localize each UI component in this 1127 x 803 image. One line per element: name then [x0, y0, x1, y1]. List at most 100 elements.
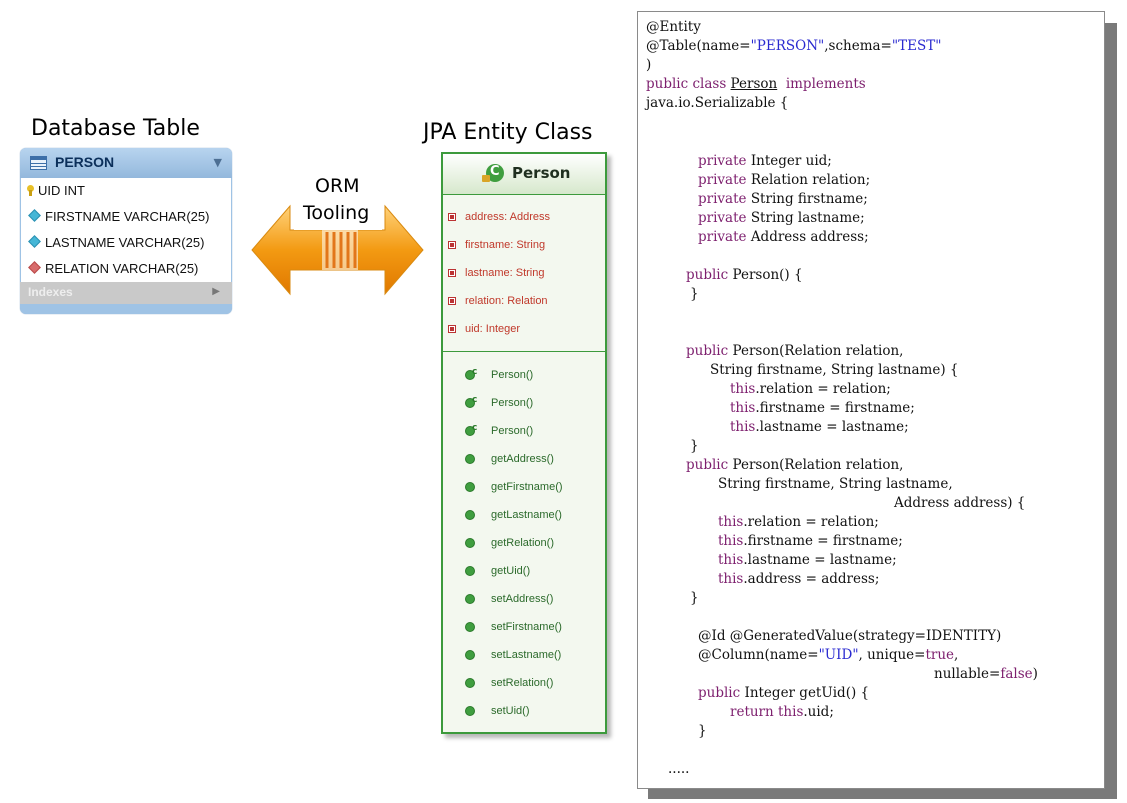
- attribute-label: address: Address: [465, 211, 550, 223]
- constructor-label: Person(): [491, 397, 534, 409]
- constructor-item[interactable]: c Person(): [465, 421, 534, 441]
- attribute-compartment: address: Address firstname: String lastn…: [443, 195, 605, 352]
- attribute-icon: [448, 241, 456, 249]
- method-item[interactable]: getUid(): [465, 561, 531, 581]
- code-line: }: [690, 286, 699, 302]
- attribute-item[interactable]: lastname: String: [448, 263, 545, 283]
- column-row[interactable]: FIRSTNAME VARCHAR(25): [27, 206, 209, 232]
- indexes-label: Indexes: [28, 285, 73, 299]
- column-list: UID INT FIRSTNAME VARCHAR(25) LASTNAME V…: [21, 178, 231, 282]
- constructor-label: Person(): [491, 425, 534, 437]
- code-line: }: [690, 438, 699, 454]
- code-line: private Relation relation;: [698, 172, 871, 188]
- constructor-item[interactable]: c Person(): [465, 365, 534, 385]
- method-label: setUid(): [491, 705, 530, 717]
- method-label: setLastname(): [491, 649, 562, 661]
- column-label: RELATION VARCHAR(25): [45, 261, 199, 276]
- code-line: }: [698, 723, 707, 739]
- code-line: this.firstname = firstname;: [730, 400, 915, 416]
- code-line: this.firstname = firstname;: [718, 533, 903, 549]
- code-line: public Person(Relation relation,: [686, 457, 904, 473]
- expand-arrow-icon[interactable]: ▶: [212, 286, 220, 297]
- code-line: private String lastname;: [698, 210, 865, 226]
- indexes-section[interactable]: Indexes ▶: [20, 282, 232, 304]
- code-line: public Person() {: [686, 267, 803, 283]
- foreign-key-diamond-icon: [28, 261, 41, 274]
- key-icon: [27, 185, 34, 196]
- code-line: private Integer uid;: [698, 153, 832, 169]
- method-icon: [465, 706, 475, 716]
- column-label: UID INT: [38, 183, 85, 198]
- attribute-label: firstname: String: [465, 239, 546, 251]
- method-item[interactable]: setFirstname(): [465, 617, 562, 637]
- method-label: getUid(): [491, 565, 531, 577]
- lock-icon: [482, 175, 490, 182]
- method-item[interactable]: getLastname(): [465, 505, 562, 525]
- code-line: public Integer getUid() {: [698, 685, 870, 701]
- code-line: ): [646, 57, 652, 73]
- code-line: java.io.Serializable {: [646, 95, 789, 111]
- code-line: this.address = address;: [718, 571, 880, 587]
- column-row[interactable]: UID INT: [27, 180, 85, 206]
- constructor-label: Person(): [491, 369, 534, 381]
- column-row[interactable]: LASTNAME VARCHAR(25): [27, 232, 204, 258]
- code-line: this.lastname = lastname;: [718, 552, 897, 568]
- method-icon: [465, 622, 475, 632]
- code-line: @Table(name="PERSON",schema="TEST": [646, 38, 942, 54]
- tooling-label: Tooling: [303, 202, 370, 224]
- attribute-label: relation: Relation: [465, 295, 548, 307]
- column-row[interactable]: RELATION VARCHAR(25): [27, 258, 198, 284]
- code-line: Address address) {: [894, 495, 1026, 511]
- jpa-entity-heading: JPA Entity Class: [423, 120, 593, 145]
- method-icon: [465, 678, 475, 688]
- method-icon: [465, 510, 475, 520]
- code-line: nullable=false): [934, 666, 1038, 682]
- collapse-arrow-icon[interactable]: ▼: [214, 156, 222, 169]
- method-label: getFirstname(): [491, 481, 563, 493]
- method-item[interactable]: setLastname(): [465, 645, 562, 665]
- code-line: return this.uid;: [730, 704, 834, 720]
- orm-label: ORM: [315, 175, 360, 197]
- code-line: @Id @GeneratedValue(strategy=IDENTITY): [698, 628, 1002, 644]
- column-diamond-icon: [28, 235, 41, 248]
- code-line: @Entity: [646, 19, 701, 35]
- code-line: this.lastname = lastname;: [730, 419, 909, 435]
- uml-class-header[interactable]: C Person: [443, 154, 605, 195]
- attribute-icon: [448, 297, 456, 305]
- column-label: LASTNAME VARCHAR(25): [45, 235, 205, 250]
- table-header[interactable]: PERSON ▼: [20, 148, 232, 178]
- code-line: String firstname, String lastname) {: [710, 362, 959, 378]
- method-icon: [465, 566, 475, 576]
- method-item[interactable]: getRelation(): [465, 533, 554, 553]
- attribute-item[interactable]: relation: Relation: [448, 291, 548, 311]
- attribute-icon: [448, 213, 456, 221]
- method-icon: [465, 650, 475, 660]
- method-icon: [465, 454, 475, 464]
- method-label: setAddress(): [491, 593, 554, 605]
- method-label: getAddress(): [491, 453, 554, 465]
- code-panel: @Entity @Table(name="PERSON",schema="TES…: [637, 11, 1105, 789]
- code-line: this.relation = relation;: [730, 381, 891, 397]
- column-label: FIRSTNAME VARCHAR(25): [45, 209, 210, 224]
- table-name: PERSON: [55, 154, 115, 170]
- method-item[interactable]: setRelation(): [465, 673, 554, 693]
- method-icon: [465, 594, 475, 604]
- attribute-icon: [448, 269, 456, 277]
- constructor-item[interactable]: c Person(): [465, 393, 534, 413]
- method-item[interactable]: getAddress(): [465, 449, 554, 469]
- attribute-item[interactable]: uid: Integer: [448, 319, 520, 339]
- method-label: setRelation(): [491, 677, 554, 689]
- attribute-item[interactable]: firstname: String: [448, 235, 546, 255]
- method-item[interactable]: getFirstname(): [465, 477, 563, 497]
- method-label: setFirstname(): [491, 621, 562, 633]
- code-line: public Person(Relation relation,: [686, 343, 904, 359]
- attribute-label: lastname: String: [465, 267, 545, 279]
- method-item[interactable]: setAddress(): [465, 589, 554, 609]
- uml-class-name: Person: [512, 164, 571, 182]
- method-label: getLastname(): [491, 509, 562, 521]
- column-diamond-icon: [28, 209, 41, 222]
- method-item[interactable]: setUid(): [465, 701, 530, 721]
- database-table-widget: PERSON ▼ UID INT FIRSTNAME VARCHAR(25) L…: [20, 148, 232, 314]
- code-line: private Address address;: [698, 229, 869, 245]
- attribute-item[interactable]: address: Address: [448, 207, 550, 227]
